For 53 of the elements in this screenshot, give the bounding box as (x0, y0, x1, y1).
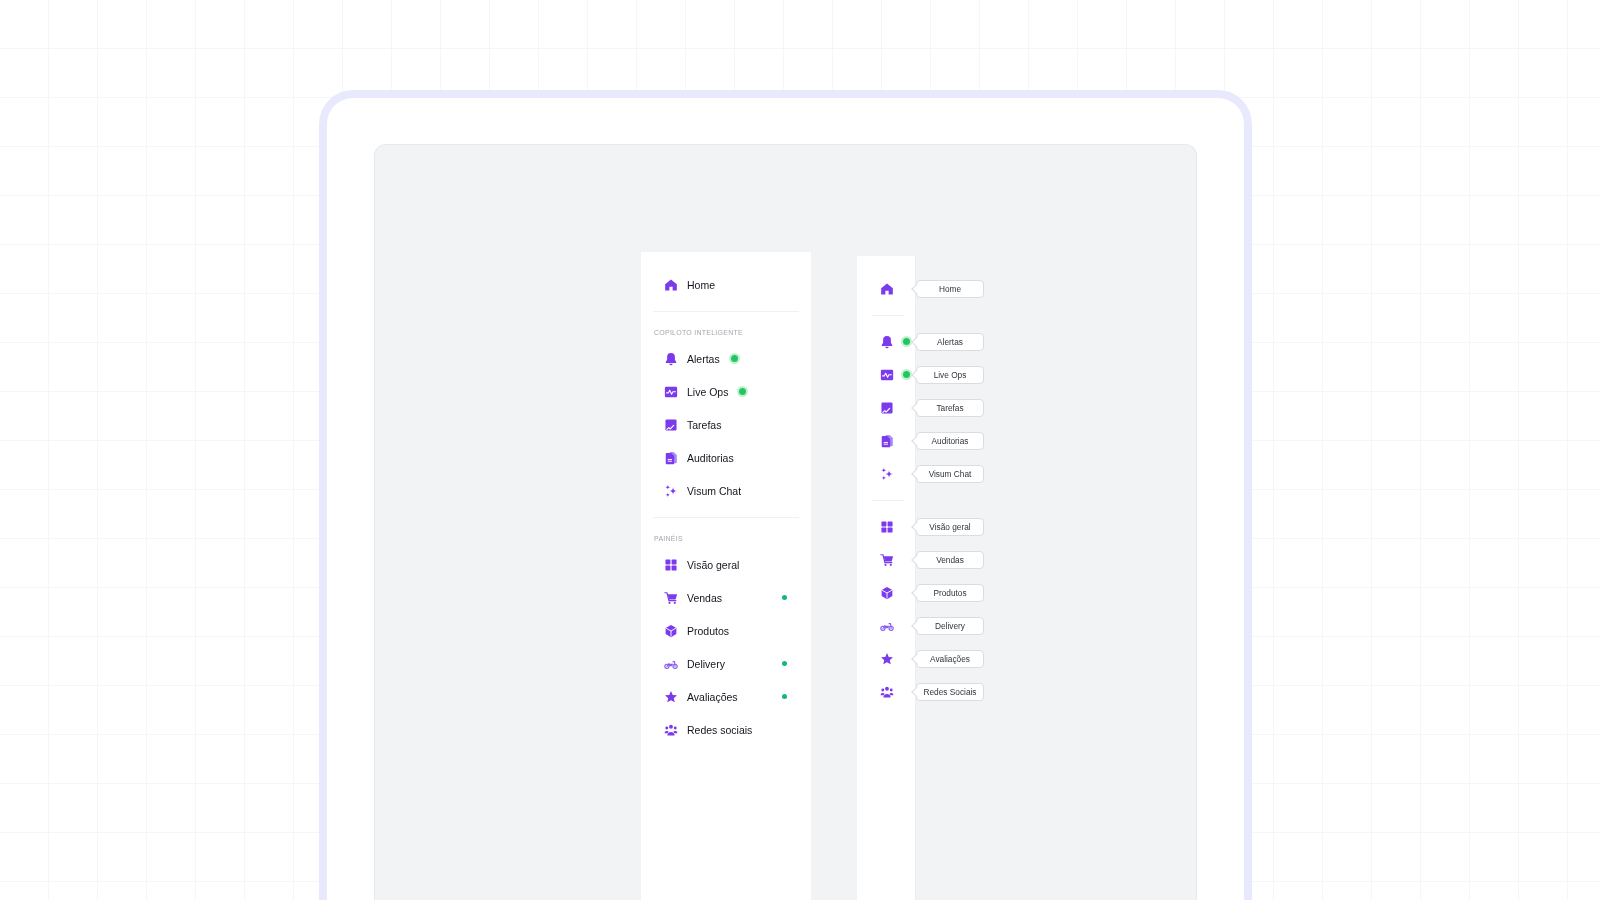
tooltip: Auditorias (911, 431, 984, 450)
nav-item[interactable]: Avaliações (653, 680, 799, 713)
grid-icon (664, 557, 678, 572)
cube-icon (880, 585, 894, 600)
people-icon (880, 684, 894, 699)
trend-chart-icon (664, 417, 678, 432)
cart-icon (880, 552, 894, 567)
tooltip: Live Ops (911, 365, 984, 384)
tooltip: Visão geral (911, 517, 984, 536)
nav-item[interactable]: Produtos (653, 614, 799, 647)
tooltip: Visum Chat (911, 464, 984, 483)
pulse-chart-icon (664, 384, 678, 399)
star-icon (880, 651, 894, 666)
grid-icon (880, 519, 894, 534)
document-icon (664, 450, 678, 465)
nav-item[interactable]: Visum Chat (653, 474, 799, 507)
home-icon (880, 281, 894, 296)
tooltip: Redes Sociais (911, 682, 984, 701)
status-dot (737, 386, 749, 397)
nav-item[interactable]: Auditorias (653, 441, 799, 474)
sparkles-icon (880, 466, 894, 481)
nav-item[interactable]: Vendas (653, 581, 799, 614)
tooltip: Alertas (911, 332, 984, 351)
status-dot (901, 336, 912, 347)
tooltip: Produtos (911, 583, 984, 602)
trend-chart-icon (880, 400, 894, 415)
bell-icon (664, 351, 678, 366)
nav-item[interactable]: Visão geral (653, 548, 799, 581)
star-icon (664, 689, 678, 704)
nav-item[interactable]: Delivery (653, 647, 799, 680)
tooltip: Avaliações (911, 649, 984, 668)
cart-icon (664, 590, 678, 605)
document-icon (880, 433, 894, 448)
nav-item[interactable]: Redes sociais (653, 713, 799, 746)
nav-item[interactable]: Home (653, 268, 799, 301)
nav-item[interactable]: Tarefas (653, 408, 799, 441)
nav-item[interactable]: Alertas (653, 342, 799, 375)
status-dot (782, 661, 787, 666)
status-dot (782, 694, 787, 699)
people-icon (664, 722, 678, 737)
bell-icon (880, 334, 894, 349)
sparkles-icon (664, 483, 678, 498)
status-dot (782, 595, 787, 600)
pulse-chart-icon (880, 367, 894, 382)
tooltip: Delivery (911, 616, 984, 635)
home-icon (664, 277, 678, 292)
nav-item[interactable]: Live Ops (653, 375, 799, 408)
tooltip: Home (911, 279, 984, 298)
status-dot (728, 353, 740, 364)
cube-icon (664, 623, 678, 638)
status-dot (901, 369, 912, 380)
tooltip: Vendas (911, 550, 984, 569)
tooltip: Tarefas (911, 398, 984, 417)
